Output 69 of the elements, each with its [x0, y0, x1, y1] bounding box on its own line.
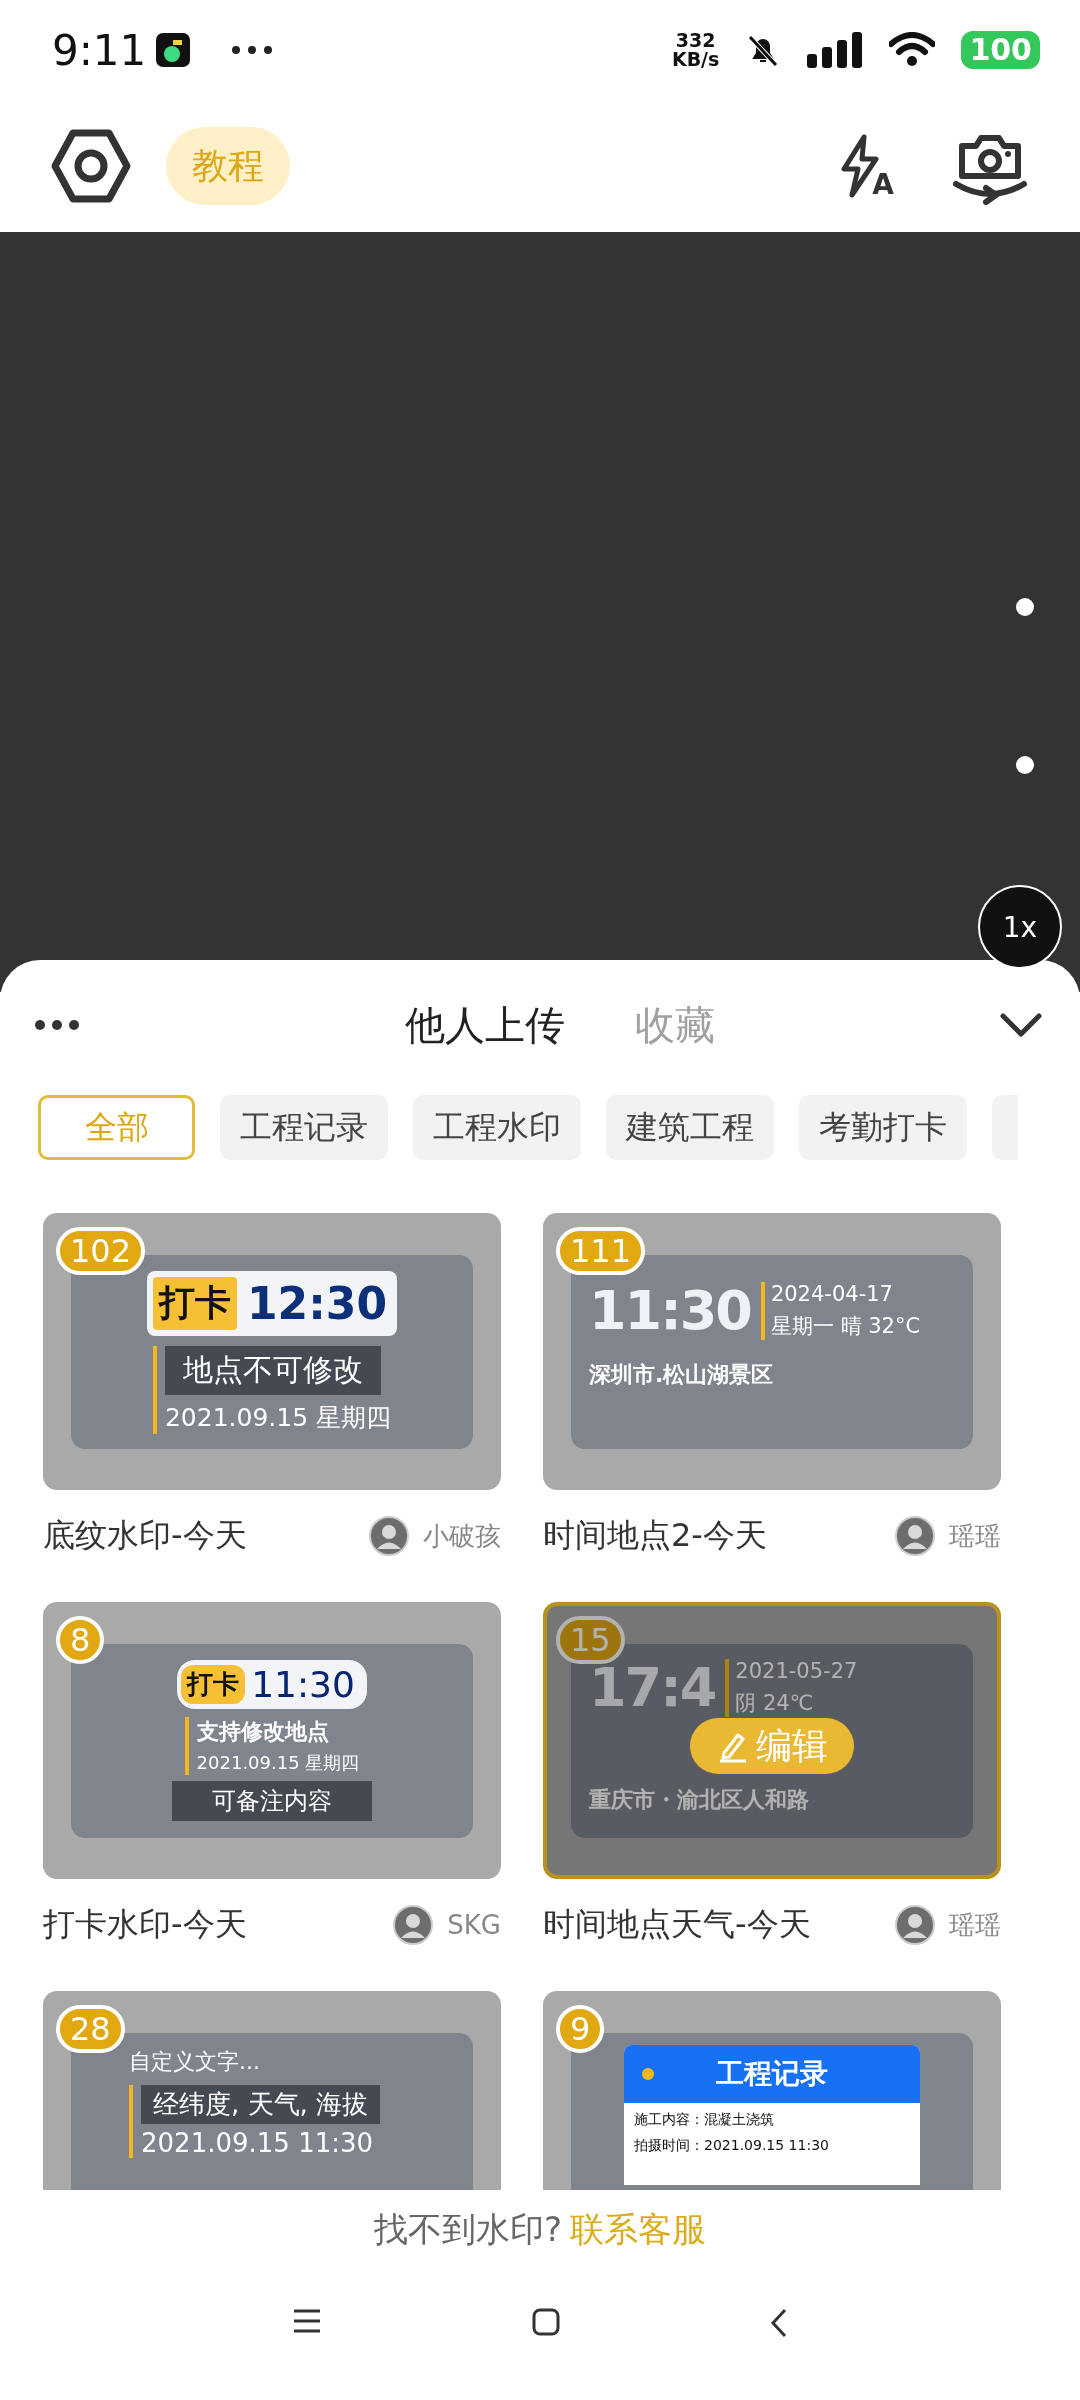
- indicator-dot: [1016, 598, 1034, 616]
- date-text: 2021.09.15 星期四: [164, 1402, 392, 1434]
- template-title: 时间地点天气-今天: [543, 1904, 812, 1945]
- tab[interactable]: 他人上传: [405, 997, 565, 1053]
- network-speed-unit: KB/s: [671, 50, 720, 69]
- clock: 9:11: [52, 25, 147, 75]
- indicator-dot: [1016, 756, 1034, 774]
- chevron-down-icon[interactable]: [1000, 1012, 1042, 1038]
- template-title: 打卡水印-今天: [43, 1904, 248, 1945]
- place-text: 重庆市・渝北区人和路: [589, 1786, 810, 1814]
- header-dot: [642, 2068, 654, 2080]
- avatar-icon: [369, 1516, 409, 1556]
- location-text: 支持修改地点: [196, 1718, 329, 1746]
- template-card[interactable]: 打卡 12:30 地点不可修改 2021.09.15 星期四 102: [43, 1213, 501, 1490]
- filter-chip[interactable]: 工程水印: [413, 1095, 581, 1160]
- location-label: 地点不可修改: [164, 1346, 381, 1395]
- back-icon[interactable]: [770, 2308, 788, 2338]
- count-badge: 102: [56, 1227, 146, 1275]
- note-label: 可备注内容: [172, 1781, 372, 1821]
- count-badge: 8: [56, 1616, 105, 1664]
- template-title: 底纹水印-今天: [43, 1515, 248, 1556]
- info-label: 经纬度, 天气, 海拔: [141, 2085, 381, 2124]
- date-text: 2021.09.15 11:30: [141, 2128, 374, 2158]
- author-name: 瑶瑶: [949, 1519, 1001, 1553]
- template-card[interactable]: 工程记录 施工内容：混凝土浇筑 拍摄时间：2021.09.15 11:30 9: [543, 1991, 1001, 2190]
- more-icon: [230, 44, 275, 56]
- more-icon[interactable]: [34, 1019, 80, 1031]
- flash-mode-label: A: [872, 171, 894, 199]
- filter-chip[interactable]: 考勤打卡: [799, 1095, 967, 1160]
- record-text: 拍摄时间：2021.09.15 11:30: [633, 2136, 830, 2155]
- filter-chip[interactable]: 建筑工程: [606, 1095, 774, 1160]
- count-badge: 15: [556, 1616, 625, 1664]
- date-text: 2021-05-27: [735, 1658, 858, 1683]
- time-text: 11:30: [589, 1279, 751, 1342]
- wifi-icon: [889, 32, 936, 68]
- date-text: 2024-04-17: [770, 1281, 893, 1306]
- app-icon: [156, 33, 191, 67]
- count-badge: 111: [556, 1227, 646, 1275]
- help-prompt: 找不到水印?: [373, 2208, 562, 2251]
- home-icon[interactable]: [532, 2308, 560, 2336]
- punch-tag: 打卡: [152, 1277, 237, 1330]
- author-name: 瑶瑶: [949, 1908, 1001, 1942]
- avatar-icon: [393, 1905, 434, 1945]
- author-name: SKG: [447, 1910, 501, 1940]
- template-card[interactable]: 自定义文字... 经纬度, 天气, 海拔 2021.09.15 11:30 28: [43, 1991, 501, 2190]
- record-text: 施工内容：混凝土浇筑: [633, 2110, 775, 2129]
- filter-chip[interactable]: 工程记录: [220, 1095, 388, 1160]
- place-text: 深圳市.松山湖景区: [589, 1361, 775, 1389]
- date-text: 2021.09.15 星期四: [196, 1751, 360, 1775]
- template-title: 时间地点2-今天: [543, 1515, 768, 1556]
- battery-indicator: 100: [961, 31, 1040, 69]
- flash-auto-button[interactable]: A: [838, 133, 894, 199]
- punch-tag: 打卡: [181, 1665, 246, 1704]
- avatar-icon: [895, 1516, 935, 1556]
- weather-text: 阴 24℃: [735, 1689, 814, 1717]
- menu-icon[interactable]: [292, 2308, 322, 2334]
- project-title: 工程记录: [716, 2056, 828, 2092]
- author-name: 小破孩: [423, 1519, 501, 1553]
- weather-text: 星期一 晴 32°C: [770, 1312, 921, 1340]
- signal-icon: [807, 32, 864, 68]
- custom-text: 自定义文字...: [129, 2048, 261, 2076]
- count-badge: 28: [56, 2005, 125, 2053]
- punch-time: 11:30: [251, 1664, 355, 1705]
- avatar-icon: [895, 1905, 935, 1945]
- network-speed: 332: [675, 31, 716, 50]
- punch-time: 12:30: [246, 1278, 388, 1329]
- zoom-button[interactable]: 1x: [978, 885, 1062, 969]
- count-badge: 9: [556, 2005, 605, 2053]
- template-card[interactable]: 打卡 11:30 支持修改地点 2021.09.15 星期四 可备注内容 8: [43, 1602, 501, 1879]
